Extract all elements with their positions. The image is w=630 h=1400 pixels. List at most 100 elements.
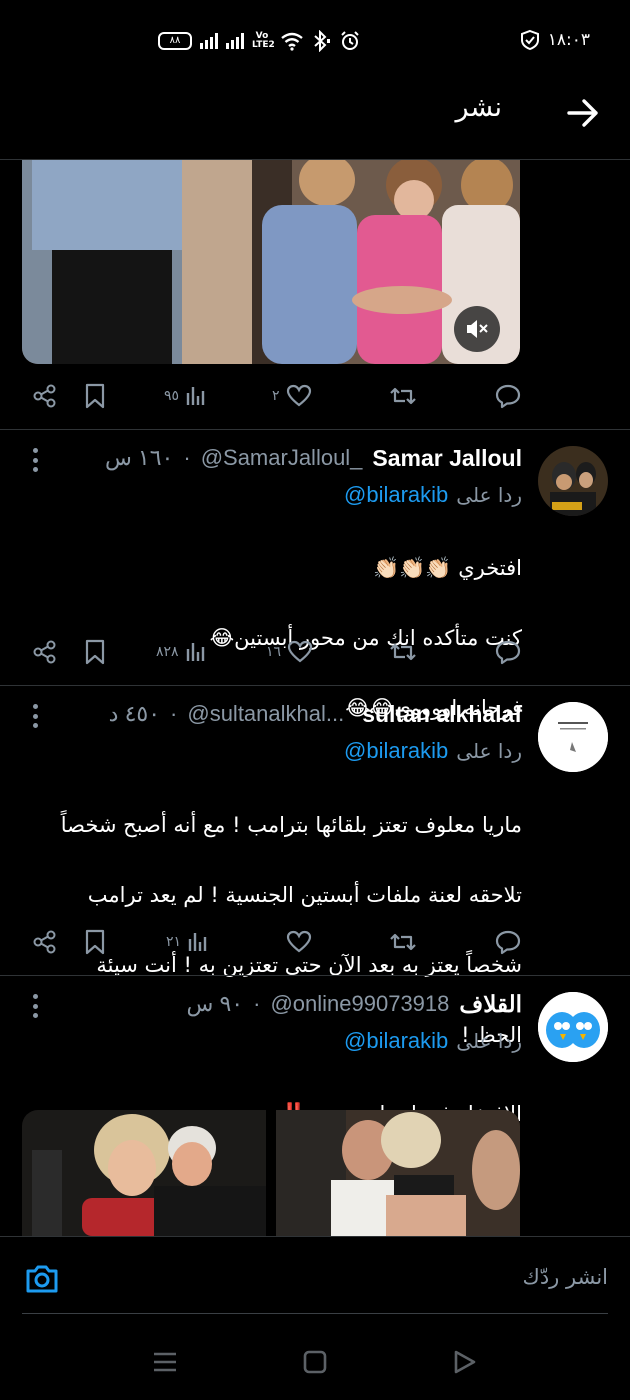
reply-button[interactable] — [494, 632, 522, 672]
avatar[interactable] — [538, 992, 608, 1062]
retweet-button[interactable] — [388, 922, 418, 962]
more-icon[interactable] — [30, 448, 40, 472]
user-handle[interactable]: @SamarJalloul_ — [201, 445, 363, 471]
divider — [0, 685, 630, 686]
tweet-header-1: ١٦٠ س · @SamarJalloul_ Samar Jalloul — [105, 441, 522, 475]
tweet-text-line: ماريا معلوف تعتز بلقائها بترامب ! مع أنه… — [60, 813, 522, 837]
tweet-image-2[interactable] — [276, 1110, 520, 1236]
video-thumbnail[interactable] — [22, 160, 520, 364]
reply-label: ردا على — [456, 1029, 522, 1053]
likes-count: ٢ — [272, 388, 280, 404]
retweet-button[interactable] — [388, 376, 418, 416]
tweet-actions-2: ٢١ — [0, 922, 630, 962]
separator-dot: · — [253, 991, 261, 1016]
shield-icon — [521, 29, 539, 51]
bookmark-button[interactable] — [84, 922, 106, 962]
bookmark-icon — [85, 639, 105, 665]
like-button[interactable]: ٢ — [272, 376, 312, 416]
volte-icon: Vo LTE2 — [252, 31, 275, 50]
views-count: ٢١ — [166, 934, 182, 950]
avatar[interactable] — [538, 446, 608, 516]
views-icon — [188, 933, 207, 951]
separator-dot: · — [183, 445, 191, 470]
video-frame — [22, 160, 520, 364]
reply-button[interactable] — [494, 376, 522, 416]
tweet-time: ٩٠ س — [186, 991, 244, 1016]
signal-icon — [200, 33, 218, 49]
views-count: ٩٥ — [164, 388, 180, 404]
user-handle[interactable]: @online99073918 — [270, 991, 449, 1017]
bookmark-button[interactable] — [84, 632, 106, 672]
back-icon[interactable] — [452, 1349, 478, 1375]
home-icon[interactable] — [302, 1349, 328, 1375]
tweet-header-2: ٤٥٠ د · @sultanalkhal... sultan alkhalaf — [109, 697, 522, 731]
retweet-icon — [390, 643, 416, 661]
bookmark-button[interactable] — [84, 376, 106, 416]
separator-dot: · — [170, 701, 178, 726]
more-icon[interactable] — [30, 994, 40, 1018]
share-button[interactable] — [32, 632, 58, 672]
avatar[interactable] — [538, 702, 608, 772]
like-button[interactable]: ١٦ — [266, 632, 313, 672]
reply-label: ردا على — [456, 483, 522, 507]
system-nav-bar — [0, 1330, 630, 1400]
tweet-image-1[interactable] — [22, 1110, 266, 1236]
bookmark-icon — [85, 383, 105, 409]
retweet-button[interactable] — [388, 632, 418, 672]
bluetooth-icon — [314, 30, 330, 52]
reply-input[interactable]: انشر ردّك — [523, 1265, 608, 1289]
reply-icon — [495, 640, 521, 665]
reply-to-handle[interactable]: @bilarakib — [344, 1028, 448, 1054]
tweet-text-line: تلاحقه لعنة ملفات أبستين الجنسية ! لم يع… — [87, 883, 522, 907]
reply-to-handle[interactable]: @bilarakib — [344, 738, 448, 764]
signal-icon-2 — [226, 33, 244, 49]
share-icon — [33, 640, 56, 664]
user-name[interactable]: Samar Jalloul — [372, 445, 522, 472]
share-icon — [33, 384, 56, 408]
user-name[interactable]: القلاف — [459, 991, 522, 1018]
tweet-time: ٤٥٠ د — [108, 701, 161, 726]
tweet-text-line: افتخري 👏🏻👏🏻👏🏻 — [373, 556, 522, 580]
share-button[interactable] — [32, 376, 58, 416]
retweet-icon — [390, 933, 416, 951]
status-icons: ٨٨ Vo LTE2 — [158, 28, 360, 54]
reply-to-handle[interactable]: @bilarakib — [344, 482, 448, 508]
like-button[interactable] — [286, 922, 312, 962]
tweet-header-3: ٩٠ س · @online99073918 القلاف — [187, 987, 522, 1021]
wifi-icon — [281, 32, 303, 51]
divider — [0, 975, 630, 976]
retweet-icon — [390, 387, 416, 405]
status-time: ١٨:٠٣ — [547, 30, 590, 50]
views-button[interactable]: ٩٥ — [164, 376, 205, 416]
status-bar: ٨٨ Vo LTE2 ١٨:٠٣ — [0, 0, 630, 80]
heart-icon — [286, 384, 311, 407]
avatar-image — [538, 446, 608, 516]
views-button[interactable]: ٨٢٨ — [156, 632, 205, 672]
views-button[interactable]: ٢١ — [166, 922, 207, 962]
replying-to: @bilarakib ردا على — [344, 480, 522, 510]
share-button[interactable] — [32, 922, 58, 962]
views-icon — [186, 643, 204, 661]
battery-level: ٨٨ — [169, 35, 181, 46]
tweet-time: ١٦٠ س — [104, 445, 174, 470]
menu-icon[interactable] — [152, 1350, 178, 1374]
camera-icon[interactable] — [24, 1263, 60, 1295]
views-count: ٨٢٨ — [156, 644, 179, 660]
reply-label: ردا على — [456, 739, 522, 763]
divider — [0, 429, 630, 430]
avatar-image — [538, 702, 608, 772]
photo — [22, 1110, 266, 1236]
user-handle[interactable]: @sultanalkhal... — [187, 701, 344, 727]
reply-icon — [495, 384, 521, 409]
reply-button[interactable] — [494, 922, 522, 962]
mute-icon[interactable] — [454, 306, 500, 352]
likes-count: ١٦ — [266, 644, 282, 660]
back-arrow-icon[interactable] — [566, 96, 600, 130]
replying-to: @bilarakib ردا على — [344, 1026, 522, 1056]
share-icon — [33, 930, 56, 954]
more-icon[interactable] — [30, 704, 40, 728]
reply-input-underline — [22, 1313, 608, 1314]
page-title: نشر — [455, 92, 503, 123]
user-name[interactable]: sultan alkhalaf — [362, 701, 522, 728]
alarm-icon — [341, 31, 359, 50]
